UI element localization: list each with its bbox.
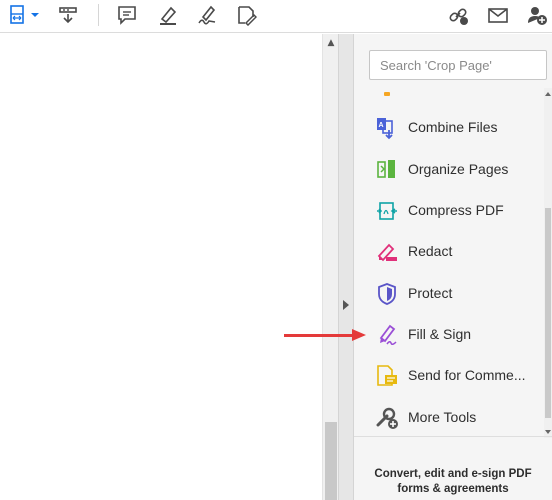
tool-label: Fill & Sign (408, 326, 472, 342)
email-icon[interactable] (486, 3, 510, 27)
tool-label: More Tools (408, 409, 477, 425)
tool-item-organize-pages[interactable]: Organize Pages (354, 150, 544, 190)
add-user-icon[interactable] (525, 3, 549, 27)
tool-label: Send for Comme... (408, 367, 526, 383)
save-down-icon[interactable] (56, 3, 80, 27)
annotation-arrow-head-icon (352, 329, 366, 341)
comment-icon[interactable] (115, 3, 139, 27)
tool-item-redact[interactable]: Redact (354, 232, 544, 272)
organize-pages-icon (377, 160, 395, 178)
share-link-icon[interactable] (446, 3, 470, 27)
send-for-comments-icon (377, 365, 397, 386)
highlight-pen-icon[interactable] (156, 3, 180, 27)
tools-pane-scrollbar[interactable] (544, 88, 552, 438)
top-toolbar (0, 0, 552, 33)
scroll-up-icon[interactable] (545, 92, 551, 96)
annotation-arrow (284, 334, 354, 337)
scroll-up-arrow[interactable]: ▲ (323, 36, 339, 50)
promo-text: Convert, edit and e-sign PDF forms & agr… (354, 467, 552, 497)
scrollbar-thumb[interactable] (545, 208, 551, 418)
tool-label: Organize Pages (408, 161, 509, 177)
scrollbar-thumb[interactable] (325, 422, 337, 500)
document-area[interactable] (0, 34, 322, 500)
compress-pdf-icon (377, 202, 397, 220)
tool-item-more-tools[interactable]: More Tools (354, 398, 544, 434)
promo-line-1: Convert, edit and e-sign PDF (374, 468, 532, 480)
pane-divider (354, 436, 552, 437)
more-tools-icon (376, 407, 398, 429)
tool-label: Combine Files (408, 119, 498, 135)
tool-label: Compress PDF (408, 202, 504, 218)
scroll-down-icon[interactable] (545, 430, 551, 434)
edit-stamp-icon[interactable] (234, 3, 258, 27)
tools-pane: A Combine Files Organize Pages Compress … (354, 34, 552, 500)
tool-item-fill-sign[interactable]: Fill & Sign (354, 315, 544, 355)
tool-label: Protect (408, 285, 453, 301)
tool-label: Redact (408, 243, 453, 259)
tool-item-compress-pdf[interactable]: Compress PDF (354, 191, 544, 231)
combine-files-icon: A (377, 118, 393, 140)
sign-pen-icon[interactable] (195, 3, 219, 27)
collapse-pane-arrow-icon[interactable] (343, 300, 349, 310)
redact-icon (377, 243, 397, 262)
promo-line-2: forms & agreements (397, 483, 509, 495)
tool-item-send-for-comments[interactable]: Send for Comme... (354, 356, 544, 396)
tool-search-input[interactable] (369, 50, 547, 80)
toolbar-separator (98, 4, 99, 26)
partial-tool-icon (384, 92, 390, 96)
page-fit-icon[interactable] (7, 3, 31, 27)
fill-sign-icon (379, 324, 397, 346)
pane-collapse-strip[interactable] (338, 34, 354, 500)
tool-item-protect[interactable]: Protect (354, 274, 544, 314)
document-scrollbar[interactable]: ▲ (322, 34, 338, 500)
dropdown-caret-icon[interactable] (30, 3, 40, 27)
svg-text:A: A (379, 122, 384, 129)
tool-item-combine-files[interactable]: A Combine Files (354, 108, 544, 148)
protect-shield-icon (378, 283, 396, 305)
tool-list: A Combine Files Organize Pages Compress … (354, 88, 544, 434)
